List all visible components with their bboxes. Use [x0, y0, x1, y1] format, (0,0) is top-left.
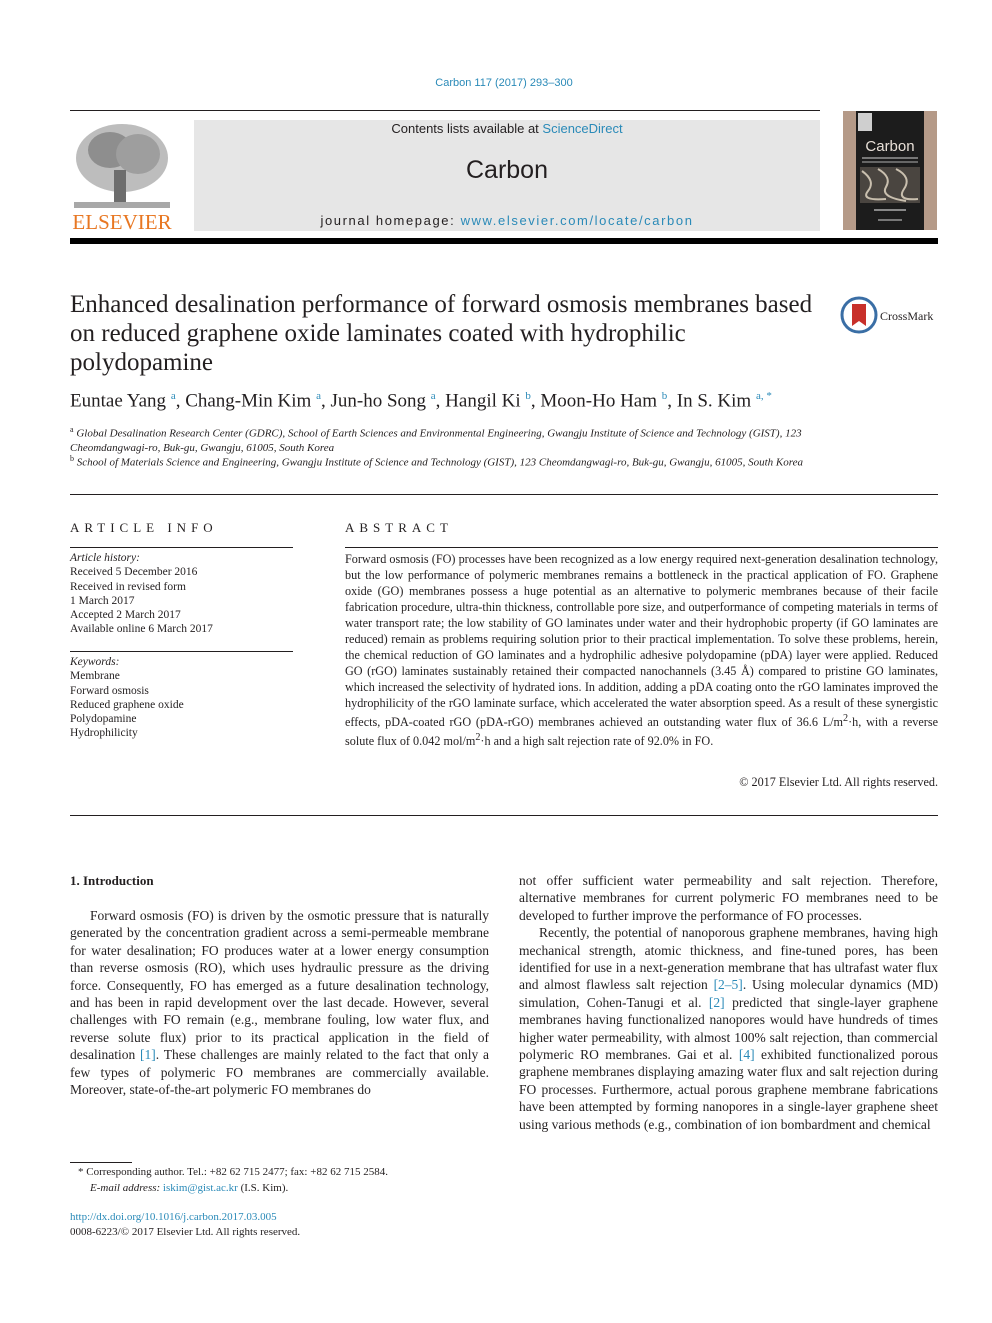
footnote-rule	[70, 1162, 132, 1163]
elsevier-logo: ELSEVIER	[70, 120, 174, 234]
affiliation-text: School of Materials Science and Engineer…	[76, 456, 803, 469]
author-affiliation-mark[interactable]: a	[316, 390, 321, 402]
journal-cover-image: Carbon	[843, 111, 937, 230]
journal-citation-link[interactable]: Carbon 117 (2017) 293–300	[0, 77, 992, 89]
body-column-right: not offer sufficient water permeability …	[519, 872, 938, 1133]
body-column-left: Forward osmosis (FO) is driven by the os…	[70, 907, 489, 1098]
section-rule	[70, 815, 938, 816]
abstract-text-part: Forward osmosis (FO) processes have been…	[345, 552, 938, 730]
doi-link[interactable]: http://dx.doi.org/10.1016/j.carbon.2017.…	[70, 1211, 277, 1223]
reference-link[interactable]: [4]	[739, 1047, 755, 1062]
history-item: 1 March 2017	[70, 594, 135, 607]
keywords-label: Keywords:	[70, 656, 120, 668]
abstract-text: Forward osmosis (FO) processes have been…	[345, 551, 938, 749]
paragraph: not offer sufficient water permeability …	[519, 873, 938, 923]
keyword: Forward osmosis	[70, 684, 149, 697]
reference-link[interactable]: [1]	[140, 1047, 156, 1062]
text: Forward osmosis (FO) is driven by the os…	[70, 908, 489, 1063]
section-rule	[70, 494, 938, 495]
author-affiliation-mark[interactable]: b	[662, 390, 668, 402]
paragraph: Forward osmosis (FO) is driven by the os…	[70, 907, 489, 1098]
history-item: Received in revised form	[70, 580, 186, 593]
footnote: * Corresponding author. Tel.: +82 62 715…	[78, 1165, 498, 1196]
elsevier-tree-icon: ELSEVIER	[70, 120, 174, 234]
keyword: Reduced graphene oxide	[70, 698, 184, 711]
paragraph: Recently, the potential of nanoporous gr…	[519, 924, 938, 1133]
affiliation-a: a Global Desalination Research Center (G…	[70, 423, 830, 456]
article-history: Article history: Received 5 December 201…	[70, 551, 295, 637]
author-affiliation-mark[interactable]: a	[431, 390, 436, 402]
cover-art-icon: Carbon	[858, 113, 920, 221]
crossmark-button[interactable]: CrossMark	[840, 296, 940, 336]
header-thick-rule	[70, 238, 938, 244]
crossmark-label: CrossMark	[880, 309, 933, 323]
author-name[interactable]: Chang-Min Kim	[185, 390, 311, 411]
author-name[interactable]: In S. Kim	[677, 390, 751, 411]
homepage-link[interactable]: www.elsevier.com/locate/carbon	[461, 213, 694, 228]
journal-name: Carbon	[466, 156, 548, 184]
abstract-text-part: ·h and a high salt rejection rate of 92.…	[480, 734, 714, 749]
affiliation-key: b	[70, 454, 74, 463]
sciencedirect-link[interactable]: ScienceDirect	[542, 121, 622, 136]
crossmark-icon: CrossMark	[840, 296, 933, 334]
affiliation-b: b School of Materials Science and Engine…	[70, 452, 830, 470]
reference-link[interactable]: [2]	[709, 995, 725, 1010]
publisher-name: ELSEVIER	[72, 210, 171, 232]
keyword: Polydopamine	[70, 713, 137, 726]
keywords-list: Keywords: Membrane Forward osmosis Reduc…	[70, 655, 295, 741]
email-suffix: (I.S. Kim).	[237, 1181, 289, 1194]
section-heading: 1. Introduction	[70, 873, 154, 888]
cover-title: Carbon	[865, 138, 914, 155]
email-line: E-mail address: iskim@gist.ac.kr (I.S. K…	[78, 1181, 498, 1197]
author-affiliation-mark[interactable]: a, *	[756, 390, 772, 402]
journal-homepage: journal homepage: www.elsevier.com/locat…	[194, 213, 820, 228]
email-link[interactable]: iskim@gist.ac.kr	[163, 1182, 238, 1194]
article-info-heading: ARTICLE INFO	[70, 520, 218, 535]
author-name[interactable]: Jun-ho Song	[330, 390, 426, 411]
corresponding-author-note: * Corresponding author. Tel.: +82 62 715…	[78, 1165, 498, 1181]
history-item: Available online 6 March 2017	[70, 623, 213, 636]
reference-link[interactable]: [2–5]	[714, 977, 743, 992]
affiliation-text: Global Desalination Research Center (GDR…	[70, 427, 802, 455]
author-name[interactable]: Moon-Ho Ham	[540, 390, 657, 411]
author-list: Euntae Yang a, Chang-Min Kim a, Jun-ho S…	[70, 390, 772, 412]
author-name[interactable]: Euntae Yang	[70, 390, 166, 411]
affiliation-key: a	[70, 425, 74, 434]
header-rule	[70, 110, 820, 111]
history-label: Article history:	[70, 552, 140, 564]
abstract-rule	[345, 547, 938, 548]
history-item: Received 5 December 2016	[70, 566, 198, 579]
keyword: Membrane	[70, 670, 120, 683]
info-rule	[70, 547, 293, 548]
keyword: Hydrophilicity	[70, 727, 138, 740]
author-affiliation-mark[interactable]: a	[171, 390, 176, 402]
author-name[interactable]: Hangil Ki	[445, 390, 520, 411]
author-affiliation-mark[interactable]: b	[525, 390, 531, 402]
homepage-prefix: journal homepage:	[320, 213, 461, 228]
issn-copyright: 0008-6223/© 2017 Elsevier Ltd. All right…	[70, 1226, 301, 1238]
info-rule	[70, 651, 293, 652]
abstract-heading: ABSTRACT	[345, 520, 453, 535]
email-label: E-mail address:	[90, 1181, 161, 1194]
contents-prefix: Contents lists available at	[391, 121, 543, 136]
abstract-copyright: © 2017 Elsevier Ltd. All rights reserved…	[739, 775, 938, 789]
footnote-text: Corresponding author. Tel.: +82 62 715 2…	[83, 1166, 388, 1178]
article-title: Enhanced desalination performance of for…	[70, 291, 813, 376]
history-item: Accepted 2 March 2017	[70, 609, 181, 622]
contents-line: Contents lists available at ScienceDirec…	[194, 121, 820, 136]
